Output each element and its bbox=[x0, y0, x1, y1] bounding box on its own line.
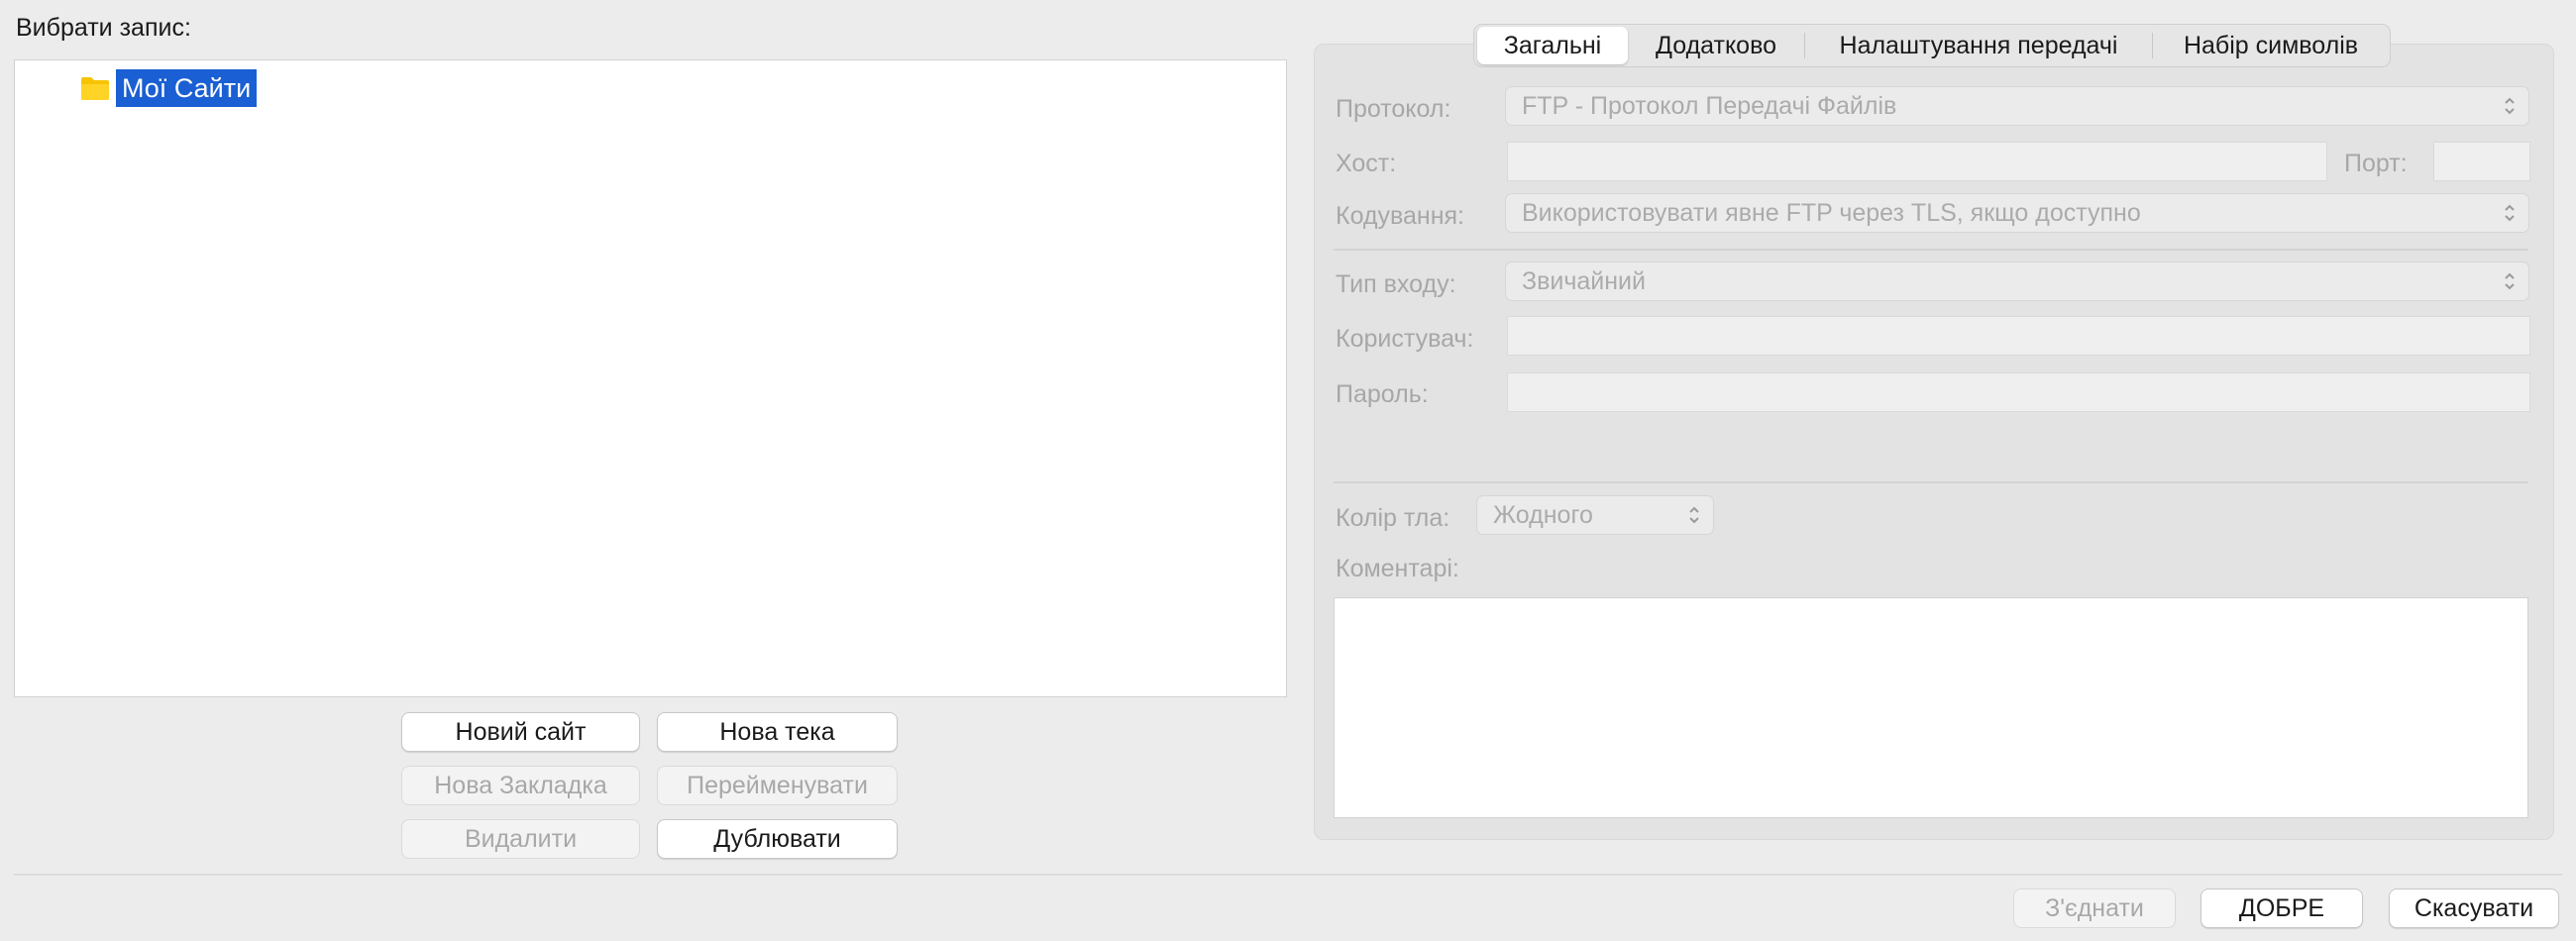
port-input[interactable] bbox=[2433, 142, 2530, 181]
section-divider bbox=[1334, 249, 2528, 251]
user-label: Користувач: bbox=[1336, 325, 1474, 353]
host-input[interactable] bbox=[1507, 142, 2327, 181]
protocol-select-value: FTP - Протокол Передачі Файлів bbox=[1522, 91, 1897, 120]
chevron-updown-icon bbox=[2505, 97, 2515, 115]
duplicate-button[interactable]: Дублювати bbox=[657, 819, 898, 859]
password-label: Пароль: bbox=[1336, 380, 1429, 408]
new-bookmark-button[interactable]: Нова Закладка bbox=[401, 766, 640, 805]
tab-charset[interactable]: Набір символів bbox=[2153, 27, 2389, 64]
comments-label: Коментарі: bbox=[1336, 555, 1459, 582]
background-color-select-value: Жодного bbox=[1493, 500, 1593, 529]
password-input[interactable] bbox=[1507, 372, 2530, 412]
logon-type-select-value: Звичайний bbox=[1522, 266, 1646, 295]
section-divider bbox=[1334, 481, 2528, 483]
tab-advanced[interactable]: Додатково bbox=[1628, 27, 1804, 64]
tab-general[interactable]: Загальні bbox=[1477, 27, 1628, 64]
background-color-label: Колір тла: bbox=[1336, 504, 1450, 532]
comments-textarea[interactable] bbox=[1334, 597, 2528, 818]
background-color-select[interactable]: Жодного bbox=[1476, 495, 1714, 535]
cancel-button[interactable]: Скасувати bbox=[2389, 889, 2559, 928]
delete-button[interactable]: Видалити bbox=[401, 819, 640, 859]
protocol-label: Протокол: bbox=[1336, 95, 1451, 123]
ok-button[interactable]: ДОБРЕ bbox=[2200, 889, 2363, 928]
chevron-updown-icon bbox=[1689, 506, 1699, 524]
settings-tabs: Загальні Додатково Налаштування передачі… bbox=[1473, 24, 2391, 67]
select-entry-label: Вибрати запис: bbox=[16, 14, 191, 42]
new-folder-button[interactable]: Нова тека bbox=[657, 712, 898, 752]
tree-item-label: Мої Сайти bbox=[116, 69, 258, 107]
protocol-select[interactable]: FTP - Протокол Передачі Файлів bbox=[1505, 86, 2529, 126]
tab-transfer-settings[interactable]: Налаштування передачі bbox=[1805, 27, 2152, 64]
site-tree[interactable]: Мої Сайти bbox=[14, 59, 1287, 697]
chevron-updown-icon bbox=[2505, 204, 2515, 222]
encryption-select-value: Використовувати явне FTP через TLS, якщо… bbox=[1522, 198, 2141, 227]
logon-type-label: Тип входу: bbox=[1336, 270, 1456, 298]
connect-button[interactable]: З'єднати bbox=[2013, 889, 2176, 928]
new-site-button[interactable]: Новий сайт bbox=[401, 712, 640, 752]
tree-item-my-sites[interactable]: Мої Сайти bbox=[80, 68, 258, 108]
rename-button[interactable]: Перейменувати bbox=[657, 766, 898, 805]
host-label: Хост: bbox=[1336, 150, 1397, 177]
chevron-updown-icon bbox=[2505, 272, 2515, 290]
logon-type-select[interactable]: Звичайний bbox=[1505, 261, 2529, 301]
port-label: Порт: bbox=[2344, 150, 2408, 177]
encryption-select[interactable]: Використовувати явне FTP через TLS, якщо… bbox=[1505, 193, 2529, 233]
folder-icon bbox=[80, 75, 110, 101]
user-input[interactable] bbox=[1507, 316, 2530, 356]
encryption-label: Кодування: bbox=[1336, 202, 1465, 230]
footer-divider bbox=[14, 874, 2562, 876]
